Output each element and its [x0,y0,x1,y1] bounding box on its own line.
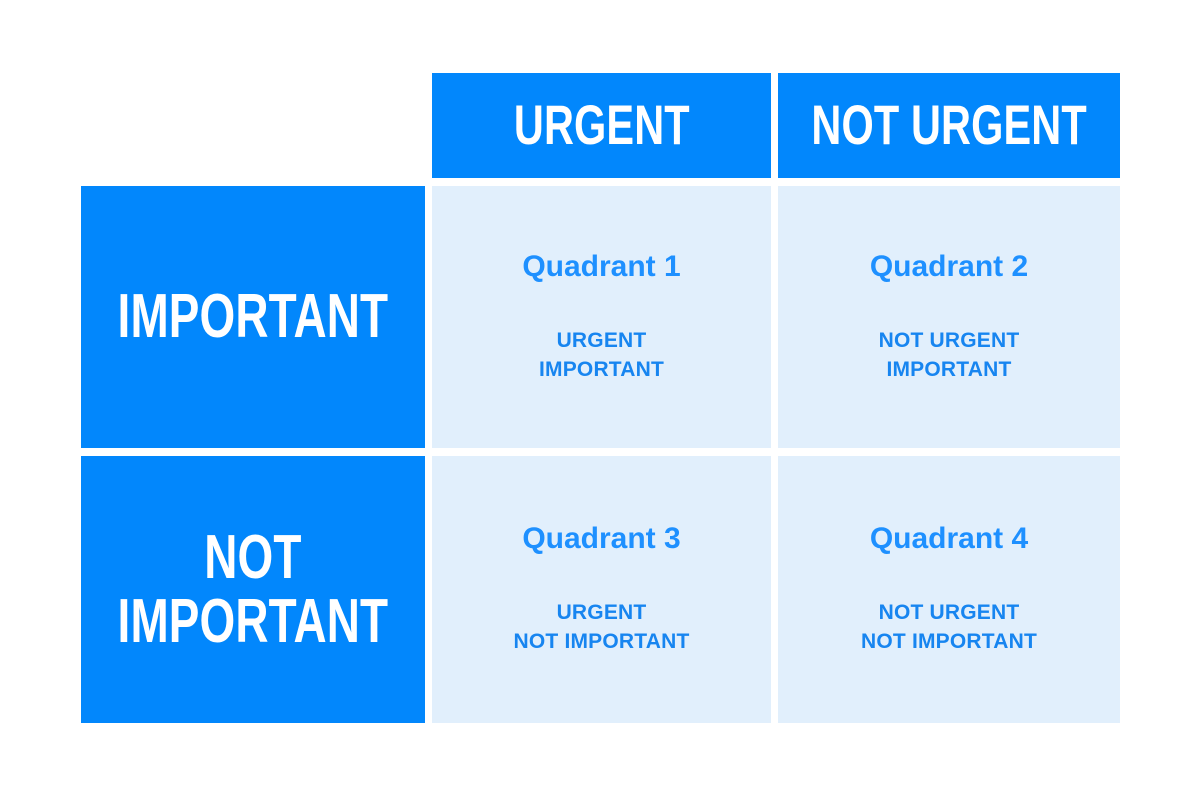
quadrant-1-cell[interactable]: Quadrant 1 URGENT IMPORTANT [432,186,771,448]
quadrant-3-cell[interactable]: Quadrant 3 URGENT NOT IMPORTANT [432,456,771,723]
column-header-not-urgent-label: NOT URGENT [811,93,1087,157]
quadrant-3-subtitle-line2: NOT IMPORTANT [513,630,690,653]
row-header-not-important[interactable]: NOT IMPORTANT [81,456,425,723]
quadrant-2-subtitle-line1: NOT URGENT [878,328,1020,352]
row-header-important[interactable]: IMPORTANT [81,186,425,448]
quadrant-3-subtitle: URGENT NOT IMPORTANT [513,599,689,657]
quadrant-4-cell[interactable]: Quadrant 4 NOT URGENT NOT IMPORTANT [778,456,1120,723]
quadrant-1-subtitle-line1: URGENT [556,328,647,352]
row-header-not-important-line1: NOT [204,523,302,593]
eisenhower-matrix-grid: URGENT NOT URGENT IMPORTANT Quadrant 1 U… [81,73,1120,723]
quadrant-2-subtitle-line2: IMPORTANT [886,357,1012,381]
quadrant-4-subtitle-line2: NOT IMPORTANT [860,630,1038,653]
quadrant-3-title: Quadrant 3 [522,522,681,556]
quadrant-2-subtitle: NOT URGENT IMPORTANT [879,327,1020,385]
quadrant-4-subtitle: NOT URGENT NOT IMPORTANT [861,599,1037,657]
quadrant-1-subtitle-line2: IMPORTANT [538,357,665,381]
quadrant-2-title: Quadrant 2 [869,249,1029,283]
row-header-not-important-line2: IMPORTANT [117,586,389,656]
quadrant-4-title: Quadrant 4 [869,522,1029,556]
matrix-corner-spacer [81,73,425,178]
column-header-urgent-label: URGENT [513,93,690,157]
row-header-important-label: IMPORTANT [117,281,389,351]
column-header-not-urgent[interactable]: NOT URGENT [778,73,1120,178]
quadrant-3-subtitle-line1: URGENT [556,601,647,625]
row-header-not-important-label: NOT IMPORTANT [118,526,389,652]
column-header-urgent[interactable]: URGENT [432,73,771,178]
quadrant-4-subtitle-line1: NOT URGENT [878,601,1020,625]
quadrant-1-title: Quadrant 1 [522,249,681,283]
quadrant-2-cell[interactable]: Quadrant 2 NOT URGENT IMPORTANT [778,186,1120,448]
quadrant-1-subtitle: URGENT IMPORTANT [539,327,664,385]
